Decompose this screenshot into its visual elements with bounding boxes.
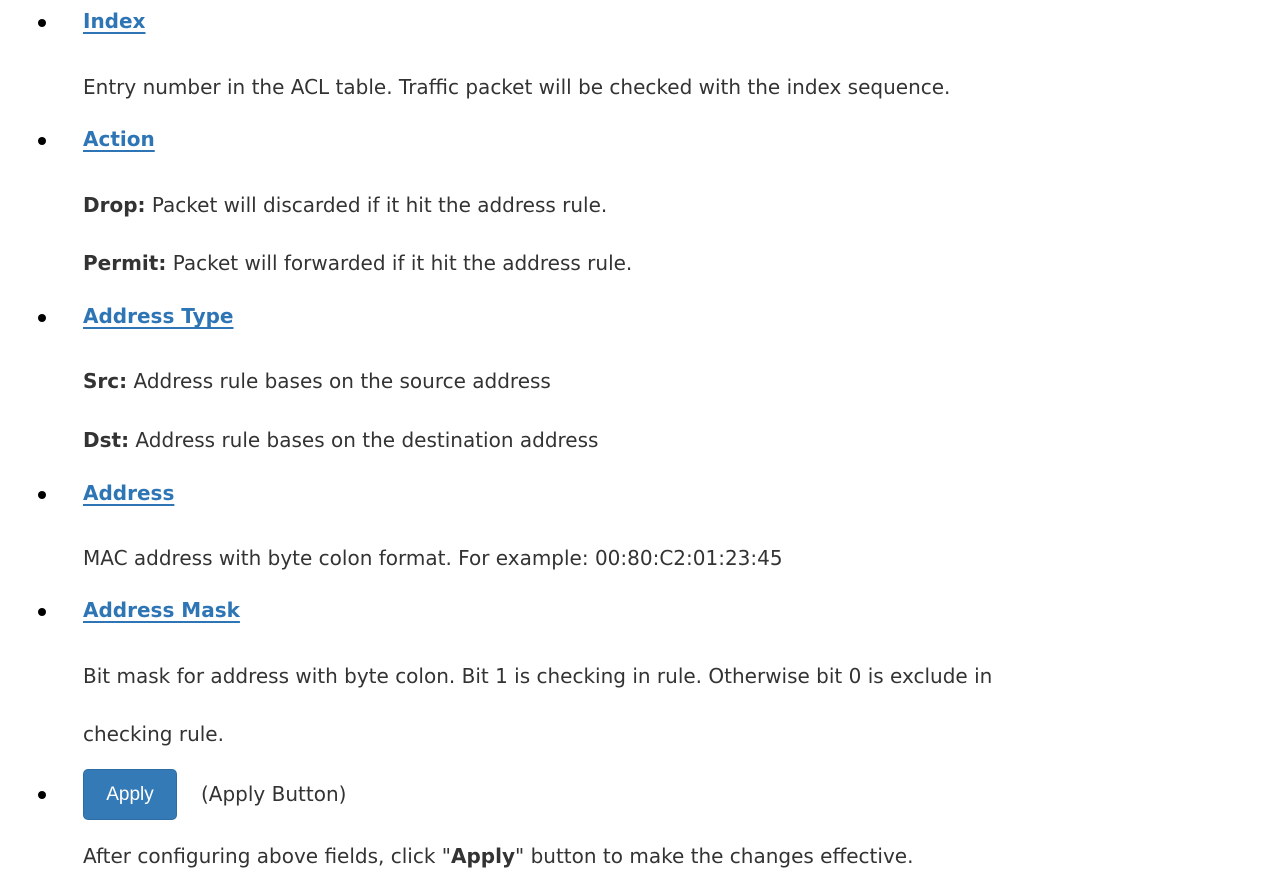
bullet-address-mask [38, 608, 46, 616]
address-type-src-term: Src: [83, 369, 128, 393]
action-drop-text: Packet will discarded if it hit the addr… [145, 193, 608, 217]
apply-description-suffix: " button to make the changes effective. [515, 844, 914, 868]
bullet-index [38, 19, 46, 27]
heading-address-mask[interactable]: Address Mask [83, 598, 240, 622]
action-permit-text: Packet will forwarded if it hit the addr… [166, 251, 633, 275]
apply-description: After configuring above fields, click "A… [83, 844, 913, 868]
heading-address-type[interactable]: Address Type [83, 304, 234, 328]
action-permit-line: Permit: Packet will forwarded if it hit … [83, 251, 632, 275]
address-type-src-line: Src: Address rule bases on the source ad… [83, 369, 551, 393]
bullet-apply [38, 791, 46, 799]
action-drop-term: Drop: [83, 193, 146, 217]
index-description: Entry number in the ACL table. Traffic p… [83, 75, 951, 99]
address-mask-description-line-1: Bit mask for address with byte colon. Bi… [83, 664, 993, 688]
action-permit-term: Permit: [83, 251, 167, 275]
bullet-address-type [38, 314, 46, 322]
heading-action[interactable]: Action [83, 127, 155, 151]
address-type-dst-text: Address rule bases on the destination ad… [129, 428, 599, 452]
address-mask-description-line-2: checking rule. [83, 722, 224, 746]
heading-index[interactable]: Index [83, 9, 145, 33]
bullet-address [38, 491, 46, 499]
help-document: Index Entry number in the ACL table. Tra… [0, 0, 1275, 894]
address-description: MAC address with byte colon format. For … [83, 546, 783, 570]
apply-description-bold: Apply [451, 844, 516, 868]
address-type-dst-line: Dst: Address rule bases on the destinati… [83, 428, 598, 452]
action-drop-line: Drop: Packet will discarded if it hit th… [83, 193, 607, 217]
apply-button[interactable]: Apply [83, 769, 177, 820]
bullet-action [38, 137, 46, 145]
address-type-dst-term: Dst: [83, 428, 130, 452]
apply-description-prefix: After configuring above fields, click " [83, 844, 451, 868]
heading-address[interactable]: Address [83, 481, 174, 505]
address-type-src-text: Address rule bases on the source address [127, 369, 551, 393]
apply-button-note: (Apply Button) [201, 782, 347, 806]
